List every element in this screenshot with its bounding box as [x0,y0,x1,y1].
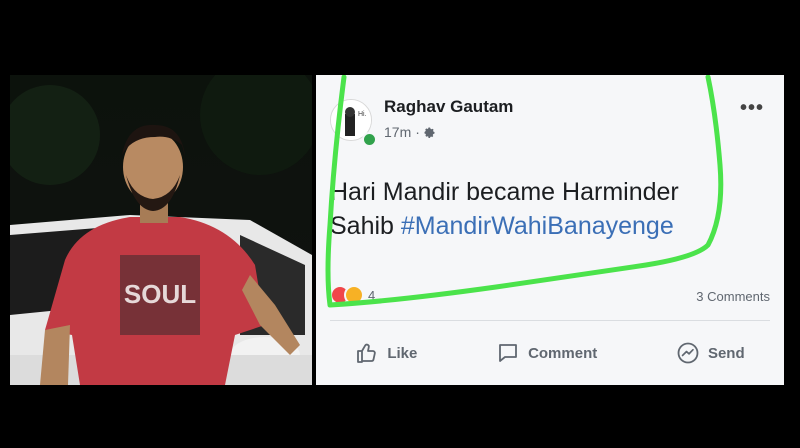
reaction-count: 4 [368,287,376,303]
person-photo: SOUL [10,75,312,385]
reactions-summary[interactable]: 4 [330,285,375,305]
photo-illustration: SOUL [10,75,312,385]
online-status-dot [362,132,377,147]
comment-icon [499,344,517,362]
hashtag-link[interactable]: #MandirWahiBanayenge [401,212,674,240]
action-divider [330,320,770,321]
svg-text:Hi.: Hi. [358,111,367,118]
post-text-line1: Hari Mandir became Harminder [330,178,679,206]
send-button[interactable]: Send [676,341,745,365]
post-text: Hari Mandir became Harminder Sahib #Mand… [330,175,770,243]
send-label: Send [707,344,745,362]
gear-icon [424,127,435,138]
like-label: Like [387,344,418,362]
post-meta: 17m · [384,124,436,140]
messenger-icon [677,342,699,364]
comment-label: Comment [528,344,598,362]
facebook-post-card: Hi. Raghav Gautam 17m · ••• Hari Mandir … [316,75,784,385]
post-text-plain: Sahib [330,212,401,240]
more-options-icon[interactable]: ••• [740,97,764,120]
post-actions: Like Comment Send [316,333,784,373]
like-button[interactable]: Like [355,341,417,365]
post-time[interactable]: 17m [384,124,411,140]
comments-count[interactable]: 3 Comments [696,289,770,304]
post-text-line2: Sahib #MandirWahiBanayenge [330,209,770,243]
wow-reaction-icon [344,285,364,305]
comment-button[interactable]: Comment [496,341,597,365]
post-body: Hi. Raghav Gautam 17m · ••• Hari Mandir … [316,75,784,385]
author-name[interactable]: Raghav Gautam [384,97,513,117]
thumbs-up-icon [357,343,377,363]
meta-separator: · [415,124,420,140]
shirt-print: SOUL [124,279,196,309]
